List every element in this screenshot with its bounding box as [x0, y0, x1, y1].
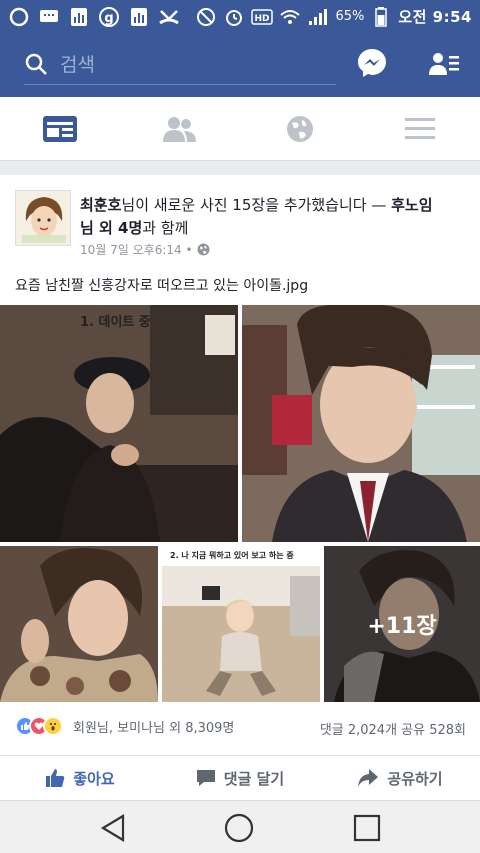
comment-label: 댓글 달기 [223, 769, 285, 788]
post-photo-3[interactable] [0, 546, 158, 702]
post-action-text: 님이 새로운 사진 15장을 추가했습니다 — [121, 196, 392, 214]
friend-requests-icon[interactable] [428, 51, 460, 77]
g-notification-icon: g [98, 6, 120, 28]
search-input[interactable]: 검색 [24, 43, 336, 85]
post-header: 최훈호님이 새로운 사진 15장을 추가했습니다 — 후노임 님 외 4명과 함… [80, 194, 470, 240]
do-not-disturb-icon [195, 6, 217, 28]
share-label: 공유하기 [387, 769, 443, 788]
share-icon [358, 769, 379, 787]
share-button[interactable]: 공유하기 [320, 756, 480, 800]
search-icon [25, 53, 47, 75]
tab-news-feed[interactable] [40, 111, 80, 147]
author-avatar[interactable] [15, 190, 71, 246]
post-photo-2[interactable] [242, 305, 480, 542]
public-globe-icon [197, 243, 210, 256]
like-label: 좋아요 [73, 769, 115, 788]
author-name[interactable]: 최훈호 [80, 196, 121, 214]
post-meta: 10월 7일 오후6:14 • [80, 241, 210, 258]
tab-notifications[interactable] [280, 111, 320, 147]
recents-button[interactable] [352, 813, 382, 843]
signal-icon [307, 6, 329, 28]
comment-button[interactable]: 댓글 달기 [160, 756, 320, 800]
tab-bar [0, 97, 480, 161]
comments-shares-count[interactable]: 댓글 2,024개 공유 528회 [320, 719, 466, 738]
menu-icon [405, 118, 435, 139]
photo-4-label: 2. 나 지금 뭐하고 있어 보고 하는 중 [170, 551, 294, 560]
message-notification-icon [38, 6, 60, 28]
post-actions: 좋아요 댓글 달기 공유하기 [0, 755, 480, 800]
post-time[interactable]: 10월 7일 오후6:14 • [80, 241, 193, 258]
battery-icon [370, 6, 392, 28]
photo-1-label: 1. 데이트 중 [80, 315, 151, 330]
hd-voice-icon: HD [251, 6, 274, 28]
clock: 오전 9:54 [398, 8, 472, 26]
like-button[interactable]: 좋아요 [0, 756, 160, 800]
tab-friends[interactable] [160, 111, 200, 147]
missed-call-icon [158, 6, 180, 28]
back-button[interactable] [98, 813, 128, 843]
thumbs-up-icon [46, 769, 65, 787]
status-bar: g HD 65% 오전 9:54 [0, 0, 480, 33]
recents-icon [353, 814, 381, 842]
with-text: 과 함께 [142, 219, 189, 237]
svg-text:g: g [104, 11, 113, 26]
wifi-icon [279, 6, 301, 28]
chart-notification-icon [68, 6, 90, 28]
friends-icon [163, 117, 196, 142]
svg-text:HD: HD [255, 14, 270, 24]
feed-post: 최훈호님이 새로운 사진 15장을 추가했습니다 — 후노임 님 외 4명과 함… [0, 175, 480, 800]
chart-notification-icon-2 [128, 6, 150, 28]
home-button[interactable] [224, 813, 254, 843]
tagged-others[interactable]: 님 외 4명 [80, 219, 142, 237]
back-icon [100, 814, 125, 842]
tagged-person[interactable]: 후노임 [391, 196, 432, 214]
battery-percent: 65% [335, 9, 365, 24]
search-placeholder: 검색 [60, 54, 95, 76]
wow-reaction-icon [43, 716, 63, 736]
messenger-icon[interactable] [356, 47, 388, 79]
news-feed-icon [43, 116, 77, 142]
top-navigation: 검색 [0, 33, 480, 97]
home-icon [224, 813, 254, 843]
tab-menu[interactable] [400, 111, 440, 147]
android-nav-bar [0, 800, 480, 853]
reactions-summary[interactable]: 회원님, 보미나님 외 8,309명 [15, 716, 234, 736]
alarm-icon [223, 6, 245, 28]
more-photos-overlay[interactable]: +11장 [324, 546, 480, 702]
reactions-text: 회원님, 보미나님 외 8,309명 [73, 720, 235, 736]
post-caption: 요즘 남친짤 신흥강자로 떠오르고 있는 아이돌.jpg [15, 278, 309, 294]
post-photo-5[interactable]: +11장 [324, 546, 480, 702]
app-notification-icon [8, 6, 30, 28]
comment-icon [196, 770, 215, 786]
post-photo-1[interactable]: 1. 데이트 중 [0, 305, 238, 542]
globe-icon [287, 116, 313, 142]
post-photo-4[interactable]: 2. 나 지금 뭐하고 있어 보고 하는 중 [162, 546, 320, 702]
